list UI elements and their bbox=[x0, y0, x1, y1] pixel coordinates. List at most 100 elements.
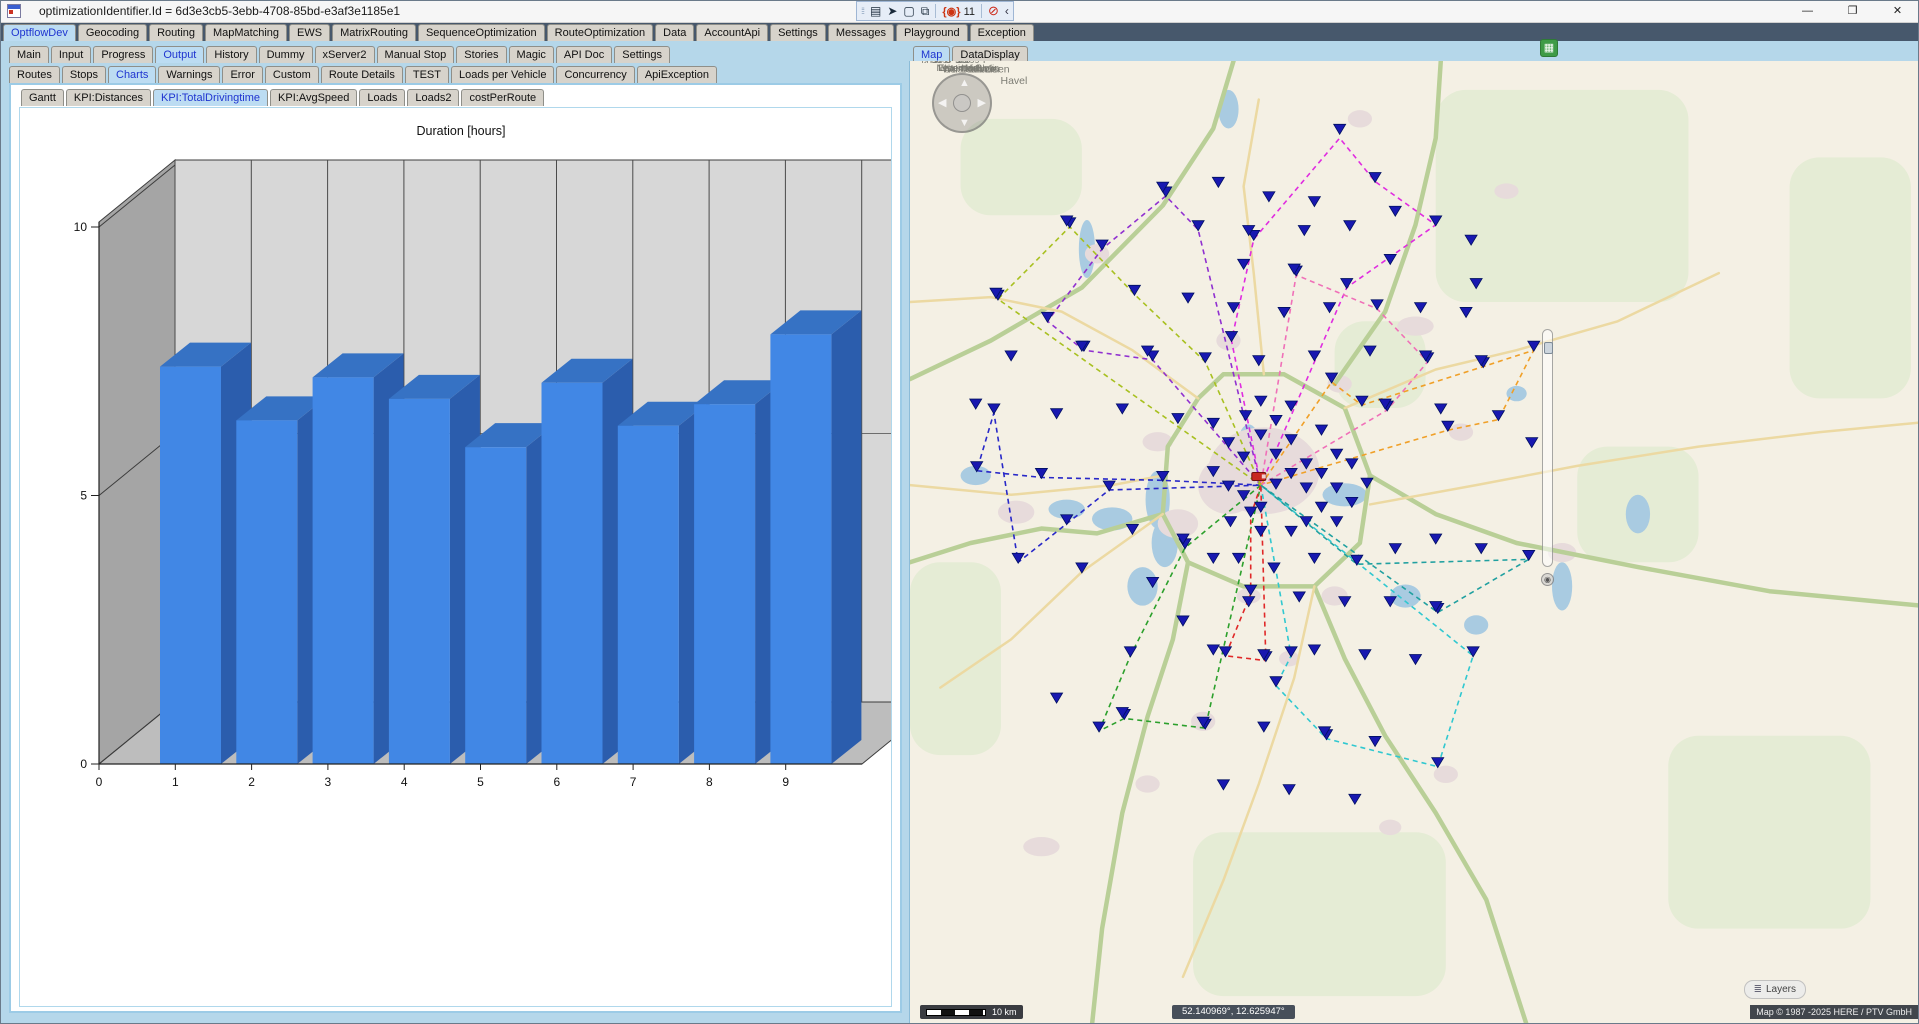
pan-left-icon[interactable]: ◀ bbox=[938, 98, 946, 109]
tab-charts[interactable]: Charts bbox=[108, 66, 157, 83]
tab-gantt[interactable]: Gantt bbox=[21, 89, 64, 106]
chart-x-tick-label: 4 bbox=[401, 775, 408, 789]
tab-mapmatching[interactable]: MapMatching bbox=[205, 24, 288, 41]
tab-ews[interactable]: EWS bbox=[289, 24, 331, 41]
tab-messages[interactable]: Messages bbox=[827, 24, 894, 41]
chart-area: 0 5 10 0 1 2 3 4 5 6 7 8 9 Duration [hours] bbox=[19, 107, 892, 1007]
chart-x-tick-label: 9 bbox=[782, 775, 789, 789]
tab-main[interactable]: Main bbox=[9, 46, 49, 63]
tab-routeoptimization[interactable]: RouteOptimization bbox=[546, 24, 654, 41]
tab-route-details[interactable]: Route Details bbox=[320, 66, 403, 83]
tab-settings[interactable]: Settings bbox=[614, 46, 670, 63]
window-title: optimizationIdentifier.Id = 6d3e3cb5-3eb… bbox=[39, 4, 401, 18]
tab-test[interactable]: TEST bbox=[404, 66, 449, 83]
tab-strip-level2: Main Input Progress Output History Dummy xServ… bbox=[9, 45, 672, 63]
tab-loads2[interactable]: Loads2 bbox=[407, 89, 460, 106]
toolbar-grip-icon[interactable]: ⁞⁞ bbox=[861, 6, 865, 16]
pan-right-icon[interactable]: ▶ bbox=[978, 98, 986, 109]
tab-kpi-distances[interactable]: KPI:Distances bbox=[65, 89, 151, 106]
lake bbox=[1464, 615, 1489, 635]
tab-apiexception[interactable]: ApiException bbox=[636, 66, 718, 83]
tab-strip-level1: OptflowDev Geocoding Routing MapMatching EWS… bbox=[1, 23, 1918, 41]
breakpoint-count-badge[interactable]: {◉} 11 bbox=[942, 5, 975, 18]
tab-playground[interactable]: Playground bbox=[895, 24, 968, 41]
tab-stops[interactable]: Stops bbox=[61, 66, 106, 83]
tab-data[interactable]: Data bbox=[655, 24, 695, 41]
tab-exception[interactable]: Exception bbox=[969, 24, 1034, 41]
map-tab-strip: Map DataDisplay bbox=[913, 45, 1030, 63]
tab-geocoding[interactable]: Geocoding bbox=[77, 24, 148, 41]
scale-bar-segments bbox=[926, 1008, 986, 1016]
bar-front-face bbox=[465, 447, 527, 764]
tab-settings[interactable]: Settings bbox=[770, 24, 826, 41]
forest-area bbox=[1789, 157, 1911, 399]
urban-area bbox=[1433, 765, 1458, 784]
scale-bar: 10 km bbox=[920, 1005, 1023, 1019]
tab-costperroute[interactable]: costPerRoute bbox=[461, 89, 545, 106]
tab-stories[interactable]: Stories bbox=[456, 46, 507, 63]
tab-loads[interactable]: Loads bbox=[359, 89, 406, 106]
minimize-button[interactable]: — bbox=[1785, 1, 1830, 22]
tab-output[interactable]: Output bbox=[155, 46, 205, 63]
tab-matrixrouting[interactable]: MatrixRouting bbox=[332, 24, 416, 41]
lake bbox=[1390, 584, 1421, 608]
disable-breakpoints-icon[interactable]: ⊘ bbox=[988, 3, 999, 19]
chart-x-tick-label: 8 bbox=[706, 775, 713, 789]
close-button[interactable]: ✕ bbox=[1875, 1, 1918, 22]
toolbar-overflow-chevron-icon[interactable]: ‹ bbox=[1005, 4, 1009, 18]
bar-front-face bbox=[236, 420, 298, 764]
show-layout-icon[interactable]: ▢ bbox=[903, 2, 914, 20]
pan-down-icon[interactable]: ▼ bbox=[959, 118, 970, 129]
tab-strip-level4: Gantt KPI:Distances KPI:TotalDrivingtime KP… bbox=[21, 88, 546, 106]
tab-loads-per-vehicle[interactable]: Loads per Vehicle bbox=[451, 66, 555, 83]
map-canvas[interactable]: Wittstock/Dosse○ Fürstenberg/HavelTempli… bbox=[910, 61, 1919, 1024]
tab-warnings[interactable]: Warnings bbox=[158, 66, 221, 83]
tab-optflowdev[interactable]: OptflowDev bbox=[3, 24, 76, 41]
tab-custom[interactable]: Custom bbox=[264, 66, 319, 83]
maximize-button[interactable]: ❐ bbox=[1830, 1, 1875, 22]
tab-api-doc[interactable]: API Doc bbox=[555, 46, 613, 63]
forest-area bbox=[1435, 89, 1689, 302]
zoom-slider[interactable] bbox=[1542, 329, 1553, 567]
tab-history[interactable]: History bbox=[206, 46, 257, 63]
tab-accountapi[interactable]: AccountApi bbox=[696, 24, 769, 41]
select-container-icon[interactable]: ⧉ bbox=[921, 2, 930, 20]
show-next-statement-icon[interactable]: ▤ bbox=[870, 2, 881, 20]
bar-front-face bbox=[694, 404, 756, 764]
tab-sequenceoptimization[interactable]: SequenceOptimization bbox=[417, 24, 545, 41]
map-pan-compass[interactable]: ▲ ▼ ◀ ▶ bbox=[932, 73, 992, 133]
forest-area bbox=[910, 562, 1001, 756]
urban-area bbox=[1347, 110, 1373, 128]
urban-area bbox=[1023, 837, 1060, 857]
chart-y-tick-label: 10 bbox=[74, 220, 88, 234]
tab-dummy[interactable]: Dummy bbox=[258, 46, 313, 63]
chart-y-tick-label: 0 bbox=[80, 757, 87, 771]
pan-up-icon[interactable]: ▲ bbox=[959, 78, 970, 89]
tab-concurrency[interactable]: Concurrency bbox=[556, 66, 635, 83]
chart-x-tick-label: 1 bbox=[172, 775, 179, 789]
chart-group-box: Gantt KPI:Distances KPI:TotalDrivingtime KP… bbox=[9, 83, 902, 1013]
tab-xserver2[interactable]: xServer2 bbox=[314, 46, 375, 63]
chart-x-tick-label: 5 bbox=[477, 775, 484, 789]
map-mode-button[interactable]: ▦ bbox=[1540, 39, 1558, 57]
tab-kpi-totaldrivingtime[interactable]: KPI:TotalDrivingtime bbox=[153, 89, 269, 106]
tab-magic[interactable]: Magic bbox=[508, 46, 554, 63]
lake bbox=[1322, 483, 1367, 507]
tab-routes[interactable]: Routes bbox=[9, 66, 60, 83]
tab-manual-stop[interactable]: Manual Stop bbox=[376, 46, 455, 63]
tab-input[interactable]: Input bbox=[50, 46, 92, 63]
tab-routing[interactable]: Routing bbox=[149, 24, 203, 41]
visibility-icon[interactable]: ◉ bbox=[1541, 573, 1554, 586]
compass-center[interactable] bbox=[953, 94, 971, 112]
layers-button[interactable]: ≣ Layers bbox=[1743, 980, 1806, 999]
zoom-slider-handle[interactable] bbox=[1544, 342, 1553, 354]
tab-error[interactable]: Error bbox=[222, 66, 263, 83]
bar-front-face bbox=[617, 425, 679, 764]
bar-front-face bbox=[770, 334, 832, 764]
tab-kpi-avgspeed[interactable]: KPI:AvgSpeed bbox=[270, 89, 358, 106]
map-panel[interactable]: Wittstock/Dosse○ Fürstenberg/HavelTempli… bbox=[909, 39, 1919, 1024]
select-element-icon[interactable]: ➤ bbox=[887, 2, 897, 20]
lake bbox=[1625, 494, 1651, 534]
bar-side-face bbox=[831, 310, 862, 764]
tab-progress[interactable]: Progress bbox=[93, 46, 154, 63]
